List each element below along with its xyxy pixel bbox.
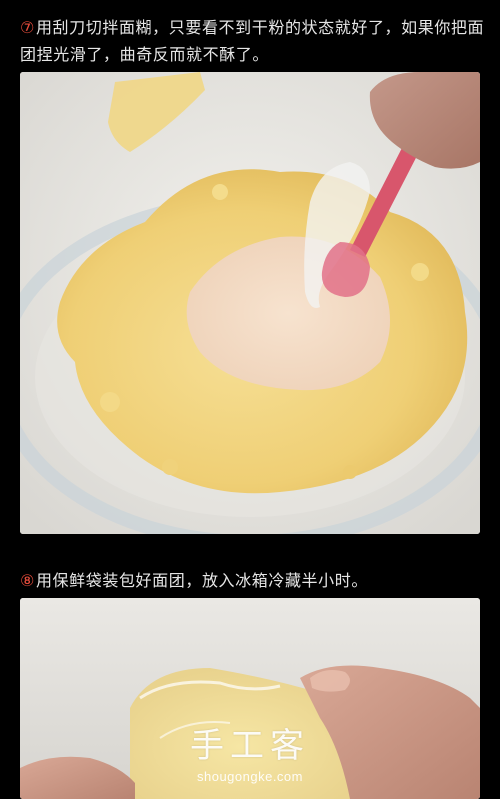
dough-mixing-image xyxy=(20,72,480,534)
step-7-number: ⑦ xyxy=(20,18,35,37)
step-8-text: 用保鲜袋装包好面团，放入冰箱冷藏半小时。 xyxy=(35,571,368,590)
step-8-instruction: ⑧用保鲜袋装包好面团，放入冰箱冷藏半小时。 xyxy=(20,567,486,594)
step-7-instruction: ⑦用刮刀切拌面糊，只要看不到干粉的状态就好了，如果你把面团捏光滑了，曲奇反而就不… xyxy=(20,14,486,68)
step-7-text: 用刮刀切拌面糊，只要看不到干粉的状态就好了，如果你把面团捏光滑了，曲奇反而就不酥… xyxy=(20,18,485,64)
step-8-photo[interactable] xyxy=(20,598,480,799)
step-8-number: ⑧ xyxy=(20,571,35,590)
step-7-photo[interactable] xyxy=(20,72,480,534)
wrapped-dough-image xyxy=(20,598,480,799)
